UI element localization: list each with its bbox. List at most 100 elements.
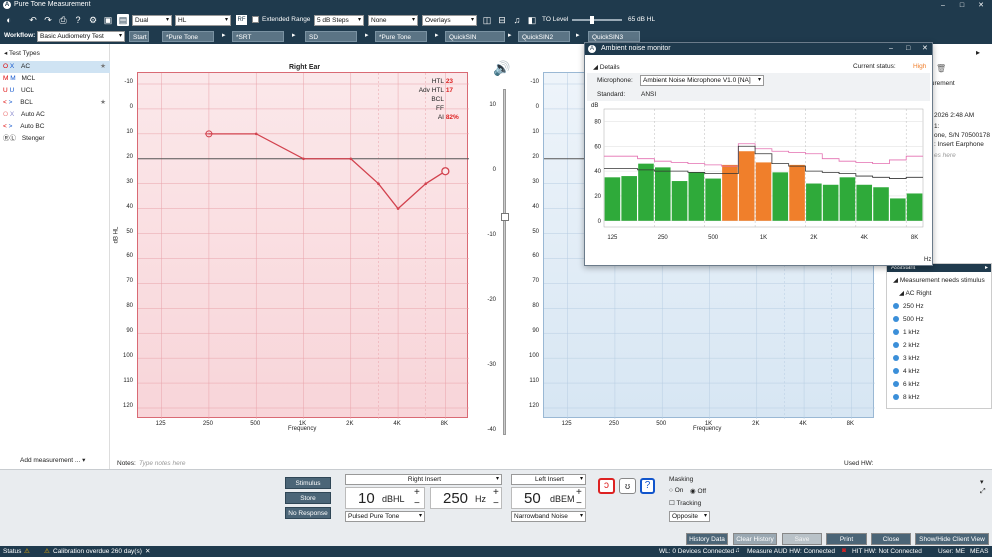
maximize-icon[interactable]: □ bbox=[955, 0, 969, 11]
assistant-frequency-item[interactable]: 4 kHz bbox=[893, 366, 920, 378]
add-measurement-link[interactable]: Add measurement ... ▾ bbox=[20, 456, 85, 464]
left-level-up-icon[interactable]: + bbox=[576, 487, 582, 498]
extended-range-checkbox[interactable] bbox=[252, 16, 259, 23]
layout-icon[interactable]: ▤ bbox=[117, 14, 129, 26]
play-menu-icon[interactable]: ◐ bbox=[3, 14, 15, 26]
talkover-icon[interactable]: ◫ bbox=[481, 14, 493, 26]
test-type-ac[interactable]: O X AC ★ bbox=[0, 61, 110, 73]
workflow-select[interactable]: Basic Audiometry Test ▾ bbox=[37, 31, 125, 42]
test-type-mcl[interactable]: M M MCL bbox=[0, 73, 110, 85]
level-slider-thumb[interactable] bbox=[501, 213, 509, 221]
talkback-icon[interactable]: ◧ bbox=[526, 14, 538, 26]
workflow-arrow-icon: ▸ bbox=[292, 32, 296, 39]
right-ear-icon[interactable]: ↄ bbox=[598, 478, 615, 494]
frequency-up-icon[interactable]: + bbox=[493, 487, 499, 498]
panel-collapse-icon[interactable]: ▾ bbox=[980, 478, 984, 486]
help-icon[interactable]: ? bbox=[72, 14, 84, 26]
tracking-checkbox[interactable]: ☐ Tracking bbox=[669, 499, 701, 507]
left-level-field[interactable]: 50 dBEM + − bbox=[511, 487, 586, 509]
binaural-icon[interactable]: ʊ bbox=[619, 478, 636, 494]
settings-icon[interactable]: ⚙ bbox=[87, 14, 99, 26]
right-ear-audiogram[interactable]: HTL 23 Adv HTL 17 BCL FF AI 82% bbox=[137, 72, 469, 419]
minimize-icon[interactable]: – bbox=[936, 0, 950, 11]
clear-history-button[interactable]: Clear History bbox=[733, 533, 777, 545]
assistant-frequency-item[interactable]: 1 kHz bbox=[893, 327, 920, 339]
save-button[interactable]: Save bbox=[782, 533, 822, 545]
listener-icon[interactable]: 🔊 bbox=[493, 60, 510, 77]
delete-icon[interactable]: 🗑 bbox=[936, 64, 946, 73]
masking-off-radio[interactable]: ◉ Off bbox=[690, 487, 706, 495]
overlays-select[interactable]: Overlays ▾ bbox=[422, 15, 477, 26]
workflow-step-6[interactable]: QuickSIN2 bbox=[518, 31, 570, 42]
dismiss-icon[interactable]: ✕ bbox=[145, 547, 150, 555]
test-type-auto-bc[interactable]: < > Auto BC bbox=[0, 121, 110, 133]
scale-select[interactable]: HL ▾ bbox=[175, 15, 231, 26]
rf-icon[interactable]: RF bbox=[236, 15, 247, 25]
test-types-header[interactable]: ◂ Test Types bbox=[4, 49, 40, 57]
right-level-field[interactable]: 10 dBHL + − bbox=[345, 487, 425, 509]
frequency-down-icon[interactable]: − bbox=[493, 498, 499, 509]
headphones-icon[interactable]: ♫ bbox=[511, 14, 523, 26]
x-tick-label: 2K bbox=[752, 421, 760, 427]
assistant-frequency-item[interactable]: 8 kHz bbox=[893, 392, 920, 404]
redo-icon[interactable]: ↷ bbox=[42, 14, 54, 26]
microphone-select[interactable]: Ambient Noise Microphone V1.0 [NA] ▾ bbox=[640, 75, 764, 86]
close-button[interactable]: Close bbox=[871, 533, 911, 545]
masking-mode-select[interactable]: Opposite ▾ bbox=[669, 511, 710, 522]
none-select[interactable]: None ▾ bbox=[368, 15, 418, 26]
assistant-frequency-item[interactable]: 500 Hz bbox=[893, 314, 924, 326]
left-signal-select[interactable]: Narrowband Noise ▾ bbox=[511, 511, 586, 522]
left-ear-icon[interactable]: ? bbox=[640, 478, 655, 494]
left-transducer-select[interactable]: Left Insert ▾ bbox=[511, 474, 586, 485]
dialog-close-icon[interactable]: ✕ bbox=[922, 43, 928, 55]
workflow-step-4[interactable]: *Pure Tone (BC) bbox=[375, 31, 427, 52]
test-type-auto-ac[interactable]: O X Auto AC bbox=[0, 109, 110, 121]
history-data-button[interactable]: History Data bbox=[686, 533, 728, 545]
details-toggle[interactable]: ◢ Details bbox=[593, 63, 620, 71]
to-level-slider[interactable] bbox=[572, 19, 622, 21]
show-hide-client-view-button[interactable]: Show/Hide Client View bbox=[915, 533, 989, 545]
workflow-step-3[interactable]: SD bbox=[305, 31, 357, 42]
stimulus-button[interactable]: Stimulus bbox=[285, 477, 331, 489]
workflow-step-5[interactable]: QuickSIN bbox=[445, 31, 505, 42]
workflow-step-2[interactable]: *SRT bbox=[232, 31, 284, 42]
print-button[interactable]: Print bbox=[826, 533, 867, 545]
assistant-frequency-item[interactable]: 6 kHz bbox=[893, 379, 920, 391]
right-level-up-icon[interactable]: + bbox=[414, 487, 420, 498]
right-level-down-icon[interactable]: − bbox=[414, 498, 420, 509]
right-signal-select[interactable]: Pulsed Pure Tone ▾ bbox=[345, 511, 425, 522]
monitor-icon[interactable]: ⊟ bbox=[496, 14, 508, 26]
left-level-down-icon[interactable]: − bbox=[576, 498, 582, 509]
workflow-step-1[interactable]: *Pure Tone (AC) bbox=[162, 31, 214, 52]
test-type-stenger[interactable]: ⓇⓁ Stenger bbox=[0, 133, 110, 145]
dialog-minimize-icon[interactable]: – bbox=[889, 43, 893, 55]
assistant-frequency-item[interactable]: 2 kHz bbox=[893, 340, 920, 352]
dialog-maximize-icon[interactable]: □ bbox=[906, 43, 910, 55]
audiogram-plot[interactable] bbox=[138, 73, 469, 419]
no-response-button[interactable]: No Response bbox=[285, 507, 331, 519]
assistant-frequency-item[interactable]: 250 Hz bbox=[893, 301, 924, 313]
level-slider[interactable] bbox=[503, 89, 506, 435]
notes-input[interactable]: Type notes here bbox=[139, 460, 339, 467]
workflow-step-7[interactable]: QuickSIN3 bbox=[588, 31, 640, 42]
y-tick-label: 40 bbox=[126, 203, 133, 210]
workflow-start-button[interactable]: Start bbox=[129, 31, 149, 42]
to-level-slider-thumb[interactable] bbox=[589, 16, 594, 24]
panel-resize-icon[interactable]: ⤢ bbox=[980, 488, 986, 496]
right-transducer-select[interactable]: Right Insert ▾ bbox=[345, 474, 502, 485]
undo-icon[interactable]: ↶ bbox=[27, 14, 39, 26]
print-icon[interactable]: ⎙ bbox=[57, 14, 69, 26]
close-icon[interactable]: ✕ bbox=[974, 0, 988, 11]
step-select[interactable]: 5 dB Steps ▾ bbox=[314, 15, 364, 26]
view-icon[interactable]: ▣ bbox=[102, 14, 114, 26]
x-tick-label: 4K bbox=[799, 421, 807, 427]
assistant-frequency-item[interactable]: 3 kHz bbox=[893, 353, 920, 365]
test-type-ucl[interactable]: U U UCL bbox=[0, 85, 110, 97]
panel-expand-icon[interactable]: ▸ bbox=[976, 48, 980, 57]
test-type-bcl[interactable]: < > BCL ★ bbox=[0, 97, 110, 109]
mode-select[interactable]: Dual ▾ bbox=[132, 15, 172, 26]
calibration-status[interactable]: Calibration overdue 260 day(s) bbox=[53, 548, 142, 555]
store-button[interactable]: Store bbox=[285, 492, 331, 504]
frequency-field[interactable]: 250 Hz + − bbox=[430, 487, 502, 509]
masking-on-radio[interactable]: ○ On bbox=[669, 487, 683, 494]
